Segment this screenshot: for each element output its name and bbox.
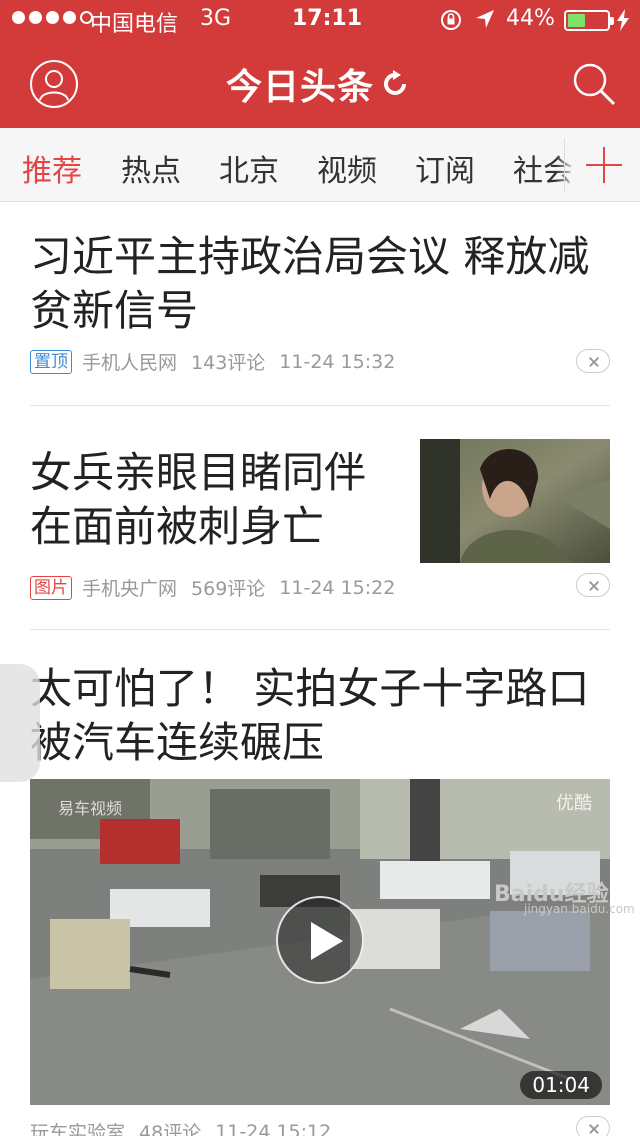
thumbnail-image	[420, 439, 610, 563]
signal-strength-icon	[12, 11, 93, 24]
article-item[interactable]: 习近平主持政治局会议 释放减贫新信号 置顶 手机人民网 143评论 11-24 …	[30, 230, 610, 374]
logo-text: 今日头条	[226, 67, 375, 108]
app-logo[interactable]: 今日头条	[226, 60, 410, 108]
search-button[interactable]	[570, 60, 618, 108]
article-comments: 143评论	[191, 352, 266, 374]
article-meta: 图片 手机央广网 569评论 11-24 15:22	[30, 574, 409, 601]
tabs-divider	[564, 138, 565, 192]
article-comments: 569评论	[191, 578, 266, 600]
tab-beijing[interactable]: 北京	[219, 146, 279, 190]
tab-video[interactable]: 视频	[317, 146, 377, 190]
article-item[interactable]: 太可怕了！ 实拍女子十字路口被汽车连续碾压	[30, 662, 610, 770]
article-source: 手机人民网	[82, 352, 178, 374]
video-player[interactable]: 易车视频 优酷 01:04	[30, 779, 610, 1105]
video-duration: 01:04	[520, 1071, 602, 1099]
video-watermark-right: 优酷	[556, 793, 592, 814]
tab-recommend[interactable]: 推荐	[22, 146, 82, 190]
user-avatar-icon	[39, 70, 69, 101]
dismiss-button[interactable]	[576, 349, 610, 373]
news-feed[interactable]: 习近平主持政治局会议 释放减贫新信号 置顶 手机人民网 143评论 11-24 …	[0, 202, 640, 1136]
article-item[interactable]: 女兵亲眼目睹同伴在面前被刺身亡	[30, 446, 400, 554]
orientation-lock-icon	[441, 10, 461, 30]
network-type: 3G	[200, 6, 232, 31]
dismiss-button[interactable]	[576, 1116, 610, 1136]
article-time: 11-24 15:12	[215, 1120, 332, 1136]
article-title[interactable]: 女兵亲眼目睹同伴在面前被刺身亡	[30, 446, 400, 554]
app-header: 今日头条	[0, 40, 640, 128]
channel-tabs: 推荐 热点 北京 视频 订阅 社会	[0, 128, 640, 202]
article-meta: 玩车实验室 48评论 11-24 15:12	[30, 1118, 345, 1136]
tab-hot[interactable]: 热点	[121, 146, 181, 190]
divider	[30, 405, 610, 406]
top-bar: 中国电信 3G 17:11 44% 今日头条	[0, 0, 640, 128]
tabs-fade	[556, 128, 576, 201]
article-source: 手机央广网	[82, 578, 178, 600]
carrier-name: 中国电信	[90, 12, 179, 37]
status-bar: 中国电信 3G 17:11 44%	[0, 0, 640, 40]
pinned-badge: 置顶	[30, 349, 72, 374]
article-time: 11-24 15:32	[279, 350, 396, 373]
refresh-icon[interactable]	[380, 69, 410, 99]
battery-percentage: 44%	[506, 6, 555, 31]
status-time: 17:11	[292, 6, 363, 31]
baidu-watermark-url: jingyan.baidu.com	[524, 902, 635, 916]
article-title[interactable]: 习近平主持政治局会议 释放减贫新信号	[30, 230, 610, 338]
play-button[interactable]	[276, 896, 364, 984]
location-arrow-icon	[476, 10, 494, 28]
user-avatar-button[interactable]	[30, 60, 78, 108]
article-comments: 48评论	[139, 1122, 202, 1136]
video-watermark-left: 易车视频	[58, 799, 123, 818]
divider	[30, 629, 610, 630]
article-time: 11-24 15:22	[279, 576, 396, 599]
article-title[interactable]: 太可怕了！ 实拍女子十字路口被汽车连续碾压	[30, 662, 610, 770]
tab-subscribe[interactable]: 订阅	[415, 146, 475, 190]
dismiss-button[interactable]	[576, 573, 610, 597]
article-meta: 置顶 手机人民网 143评论 11-24 15:32	[30, 348, 610, 375]
add-channel-button[interactable]	[576, 136, 634, 194]
assistive-touch-handle[interactable]	[0, 664, 40, 782]
article-thumbnail[interactable]	[420, 439, 610, 563]
search-icon	[573, 63, 616, 106]
article-source: 玩车实验室	[30, 1122, 126, 1136]
battery-icon	[564, 10, 614, 31]
charging-bolt-icon	[617, 9, 629, 31]
photo-badge: 图片	[30, 575, 72, 600]
